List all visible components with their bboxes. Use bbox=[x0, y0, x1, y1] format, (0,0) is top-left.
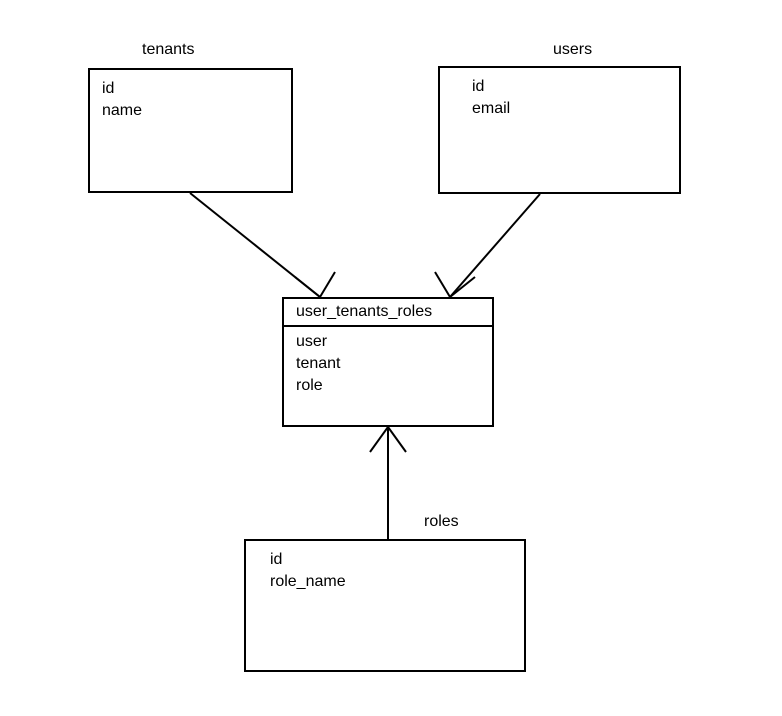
entity-label-roles: roles bbox=[424, 513, 459, 531]
entity-field: tenant bbox=[284, 353, 492, 375]
entity-field: name bbox=[90, 100, 291, 122]
entity-box-users: id email bbox=[438, 66, 681, 194]
entity-field: id bbox=[90, 78, 291, 100]
entity-label-tenants: tenants bbox=[142, 41, 194, 59]
entity-field: role_name bbox=[246, 571, 524, 593]
entity-box-tenants: id name bbox=[88, 68, 293, 193]
entity-header: user_tenants_roles bbox=[284, 299, 492, 327]
entity-box-roles: id role_name bbox=[244, 539, 526, 672]
entity-field: id bbox=[440, 76, 679, 98]
entity-field: user bbox=[284, 331, 492, 353]
entity-field: role bbox=[284, 375, 492, 397]
entity-field: email bbox=[440, 98, 679, 120]
entity-label-users: users bbox=[553, 41, 592, 59]
entity-box-user-tenants-roles: user_tenants_roles user tenant role bbox=[282, 297, 494, 427]
entity-field: id bbox=[246, 549, 524, 571]
